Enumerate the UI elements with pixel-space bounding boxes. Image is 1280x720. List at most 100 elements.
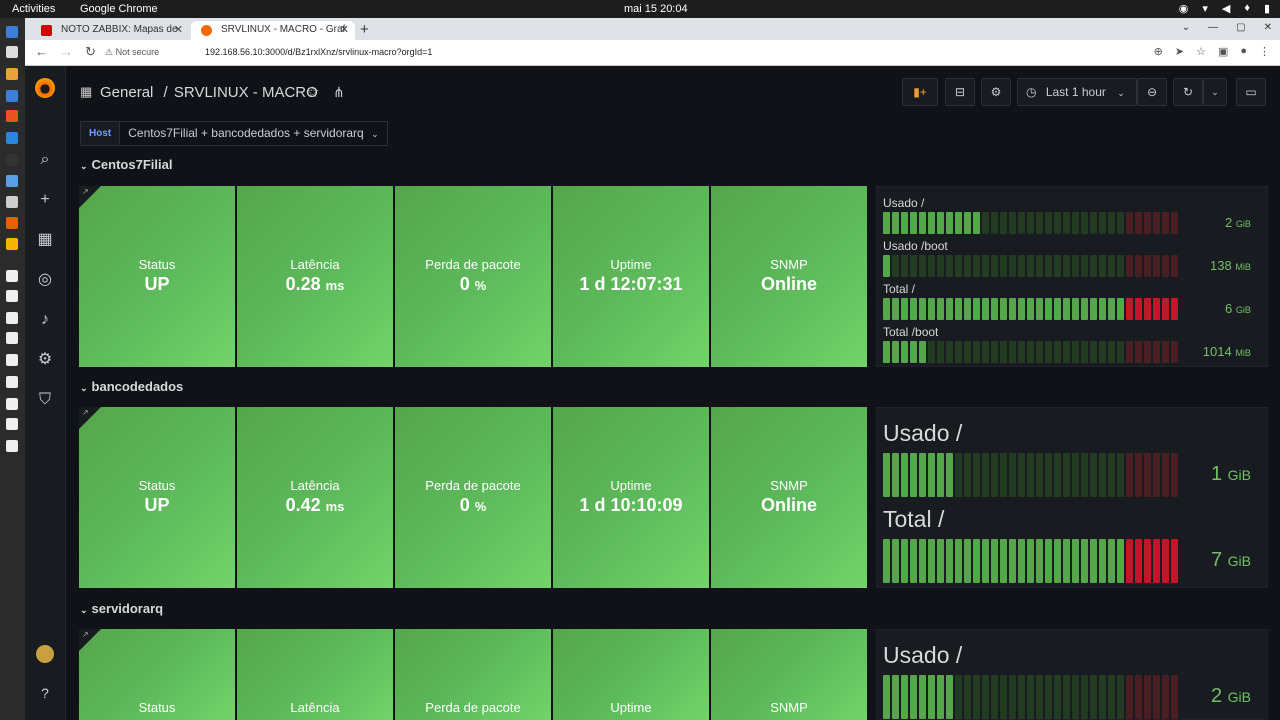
search-icon[interactable]: ⌕: [35, 150, 55, 170]
clock[interactable]: mai 15 20:04: [624, 3, 688, 15]
dock-app-icon[interactable]: [6, 68, 18, 80]
app-menu[interactable]: Google Chrome: [80, 3, 158, 15]
dock-app-icon[interactable]: [6, 440, 18, 452]
zoom-out-button[interactable]: ⊖: [1137, 78, 1167, 106]
configuration-gear-icon[interactable]: ⚙: [35, 350, 55, 370]
server-admin-shield-icon[interactable]: ⛉: [35, 390, 55, 410]
profile-icon[interactable]: ●: [1240, 45, 1247, 58]
stat-panel[interactable]: Perda de pacote 0 %: [395, 407, 551, 588]
stat-panel[interactable]: SNMP Online: [711, 407, 867, 588]
browser-tab-active[interactable]: SRVLINUX - MACRO - Graf ✕: [191, 21, 355, 40]
dock-app-icon[interactable]: [6, 270, 18, 282]
gauge-cell: [1126, 212, 1133, 234]
url-field[interactable]: 192.168.56.10:3000/d/Bz1rxlXnz/srvlinux-…: [205, 47, 432, 57]
stat-panel[interactable]: Latência 0.28 ms: [237, 186, 393, 367]
save-dashboard-button[interactable]: ⊟: [945, 78, 975, 106]
close-tab-icon[interactable]: ✕: [174, 23, 183, 36]
gauge-cell: [946, 298, 953, 320]
dock-app-icon[interactable]: [6, 46, 18, 58]
stat-panel[interactable]: ↗ Status UP: [79, 407, 235, 588]
minimize-button[interactable]: —: [1208, 22, 1218, 33]
breadcrumb-folder[interactable]: General: [100, 84, 153, 101]
network-icon: ◉: [1178, 3, 1189, 15]
alerting-bell-icon[interactable]: ♪: [35, 310, 55, 330]
dock-app-icon[interactable]: [6, 175, 18, 187]
panel-link-icon[interactable]: ↗: [82, 408, 89, 417]
system-tray[interactable]: ◉ ▾ ◀ ♦ ▮: [1179, 2, 1270, 15]
maximize-button[interactable]: ▢: [1236, 22, 1245, 33]
dock-app-icon[interactable]: [6, 398, 18, 410]
dock-app-icon[interactable]: [6, 26, 18, 38]
stat-panel[interactable]: Latência: [237, 629, 393, 720]
stat-panel[interactable]: SNMP Online: [711, 186, 867, 367]
gauge-cell: [1045, 255, 1052, 277]
gauge-cell: [1063, 539, 1070, 583]
share-icon[interactable]: ⋔: [333, 84, 345, 101]
activities-button[interactable]: Activities: [12, 3, 55, 15]
stat-panel[interactable]: ↗ Status UP: [79, 186, 235, 367]
dock-app-icon[interactable]: [6, 90, 18, 102]
gauge-label: Usado /boot: [883, 239, 948, 253]
gauge-cell: [1135, 453, 1142, 497]
panel-link-icon[interactable]: ↗: [82, 630, 89, 639]
stat-panel[interactable]: Perda de pacote: [395, 629, 551, 720]
dashboard-settings-button[interactable]: ⚙: [981, 78, 1011, 106]
time-picker-button[interactable]: ◷ Last 1 hour ⌄: [1017, 78, 1137, 106]
stat-panel[interactable]: SNMP: [711, 629, 867, 720]
stat-panel[interactable]: ↗ Status: [79, 629, 235, 720]
dock-app-icon[interactable]: [6, 196, 18, 208]
reload-icon[interactable]: ↻: [85, 44, 96, 60]
stat-panel[interactable]: Latência 0.42 ms: [237, 407, 393, 588]
stat-panel[interactable]: Uptime: [553, 629, 709, 720]
sidebar-icon[interactable]: ▣: [1218, 45, 1228, 58]
zoom-icon[interactable]: ⊕: [1154, 45, 1163, 58]
refresh-button[interactable]: ↻: [1173, 78, 1203, 106]
help-icon[interactable]: ?: [35, 683, 55, 703]
dock-app-icon[interactable]: [6, 418, 18, 430]
dock-app-icon[interactable]: [6, 312, 18, 324]
dock-app-icon[interactable]: [6, 154, 18, 166]
dock-app-icon[interactable]: [6, 354, 18, 366]
bar-gauge-panel[interactable]: Usado / 2 GiB: [876, 629, 1268, 720]
tv-mode-button[interactable]: ▭: [1236, 78, 1266, 106]
back-icon[interactable]: ←: [35, 44, 48, 60]
stat-panel[interactable]: Uptime 1 d 12:07:31: [553, 186, 709, 367]
dock-app-icon[interactable]: [6, 290, 18, 302]
not-secure-label[interactable]: ⚠ Not secure: [105, 47, 159, 58]
dashboard-title[interactable]: SRVLINUX - MACRO: [174, 84, 318, 101]
close-tab-icon[interactable]: ✕: [340, 23, 349, 36]
dock-app-icon[interactable]: [6, 332, 18, 344]
dock-app-icon[interactable]: [6, 132, 18, 144]
close-window-button[interactable]: ✕: [1264, 22, 1272, 33]
create-plus-icon[interactable]: +: [35, 190, 55, 210]
dock-app-icon[interactable]: [6, 238, 18, 250]
bar-gauge-panel[interactable]: Usado / 2 GiB Usado /boot 138 MiB Total / 6 G…: [876, 186, 1268, 367]
row-header[interactable]: ⌄ servidorarq: [80, 601, 163, 616]
menu-dots-icon[interactable]: ⋮: [1259, 45, 1270, 58]
send-icon[interactable]: ➤: [1175, 45, 1184, 58]
variable-select[interactable]: Centos7Filial + bancodedados + servidora…: [120, 121, 388, 146]
dock-app-icon[interactable]: [6, 376, 18, 388]
browser-tab[interactable]: NOTO ZABBIX: Mapas de ✕: [31, 21, 189, 40]
new-tab-button[interactable]: +: [360, 21, 369, 38]
refresh-interval-dropdown[interactable]: ⌄: [1203, 78, 1227, 106]
bar-gauge-panel[interactable]: Usado / 1 GiB Total / 7 GiB: [876, 407, 1268, 588]
stat-panel[interactable]: Uptime 1 d 10:10:09: [553, 407, 709, 588]
row-header[interactable]: ⌄ Centos7Filial: [80, 157, 172, 172]
gauge-number: 1014: [1202, 344, 1232, 360]
dock-app-icon[interactable]: [6, 110, 18, 122]
tab-search-icon[interactable]: ⌄: [1182, 22, 1190, 33]
dock-app-icon[interactable]: [6, 217, 18, 229]
forward-icon[interactable]: →: [60, 44, 73, 60]
grafana-logo-icon[interactable]: [35, 78, 55, 98]
panel-link-icon[interactable]: ↗: [82, 187, 89, 196]
gauge-cell: [937, 212, 944, 234]
dashboards-icon[interactable]: ▦: [35, 230, 55, 250]
row-header[interactable]: ⌄ bancodedados: [80, 379, 183, 394]
add-panel-button[interactable]: ▮+: [902, 78, 938, 106]
favorite-star-icon[interactable]: ☆: [306, 83, 319, 101]
bookmark-star-icon[interactable]: ☆: [1196, 45, 1206, 58]
stat-panel[interactable]: Perda de pacote 0 %: [395, 186, 551, 367]
explore-compass-icon[interactable]: ◎: [35, 270, 55, 290]
user-avatar[interactable]: [36, 645, 54, 663]
